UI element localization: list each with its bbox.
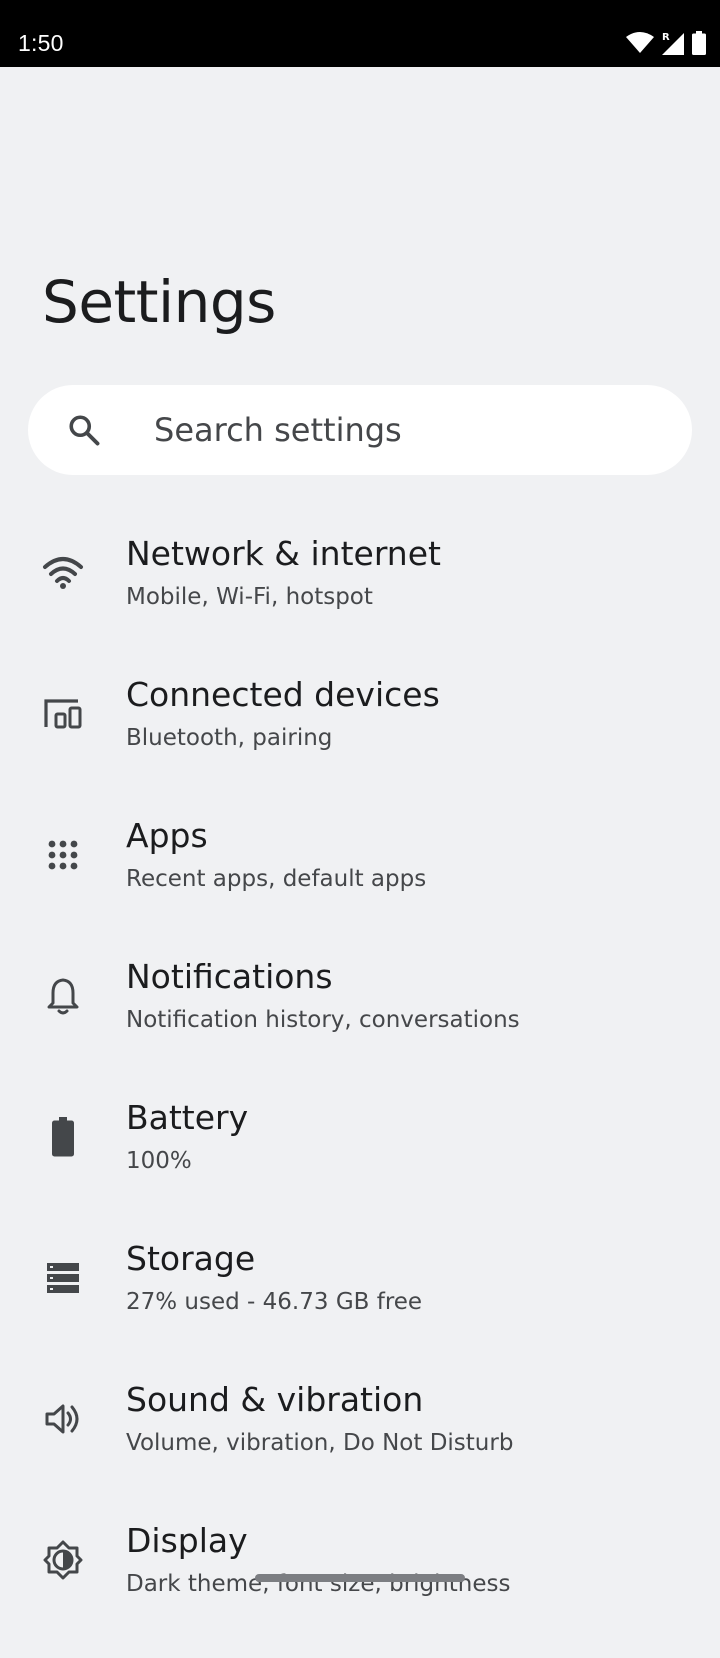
settings-item-notifications[interactable]: Notifications Notification history, conv… [0,953,720,1094]
wifi-icon [626,32,654,53]
settings-item-network[interactable]: Network & internet Mobile, Wi-Fi, hotspo… [0,530,720,671]
settings-item-apps[interactable]: Apps Recent apps, default apps [0,812,720,953]
settings-item-title: Display [126,1521,248,1560]
settings-item-battery[interactable]: Battery 100% [0,1094,720,1235]
display-brightness-icon [40,1537,86,1583]
wifi-icon [40,550,86,596]
settings-item-title: Battery [126,1098,249,1137]
settings-item-subtitle: Recent apps, default apps [126,866,427,892]
settings-item-sound[interactable]: Sound & vibration Volume, vibration, Do … [0,1376,720,1517]
volume-icon [40,1396,86,1442]
search-bar[interactable] [28,385,692,475]
settings-item-subtitle: Volume, vibration, Do Not Disturb [126,1430,514,1456]
battery-icon [692,31,706,55]
settings-item-title: Network & internet [126,534,441,573]
settings-item-storage[interactable]: Storage 27% used - 46.73 GB free [0,1235,720,1376]
settings-item-title: Notifications [126,957,333,996]
storage-icon [40,1255,86,1301]
bell-icon [40,973,86,1019]
cell-signal-roaming-icon: R [662,32,684,55]
page-title: Settings [42,268,276,336]
gesture-nav-handle[interactable] [255,1574,465,1582]
settings-item-subtitle: Notification history, conversations [126,1007,520,1033]
settings-list: Network & internet Mobile, Wi-Fi, hotspo… [0,530,720,1658]
settings-item-subtitle: 100% [126,1148,192,1174]
settings-item-title: Apps [126,816,208,855]
settings-item-subtitle: Mobile, Wi-Fi, hotspot [126,584,373,610]
settings-item-subtitle: 27% used - 46.73 GB free [126,1289,423,1315]
settings-item-title: Storage [126,1239,256,1278]
settings-item-connected-devices[interactable]: Connected devices Bluetooth, pairing [0,671,720,812]
status-bar: 1:50 R [0,0,720,67]
search-input[interactable] [126,385,674,475]
settings-item-display[interactable]: Display Dark theme, font size, brightnes… [0,1517,720,1658]
status-time: 1:50 [18,30,64,56]
svg-text:R: R [662,32,670,43]
settings-item-title: Sound & vibration [126,1380,424,1419]
settings-item-title: Connected devices [126,675,440,714]
battery-icon [40,1114,86,1160]
search-icon [69,415,100,446]
status-icons: R [626,30,706,56]
devices-icon [40,691,86,737]
apps-grid-icon [40,832,86,878]
settings-item-subtitle: Bluetooth, pairing [126,725,333,751]
